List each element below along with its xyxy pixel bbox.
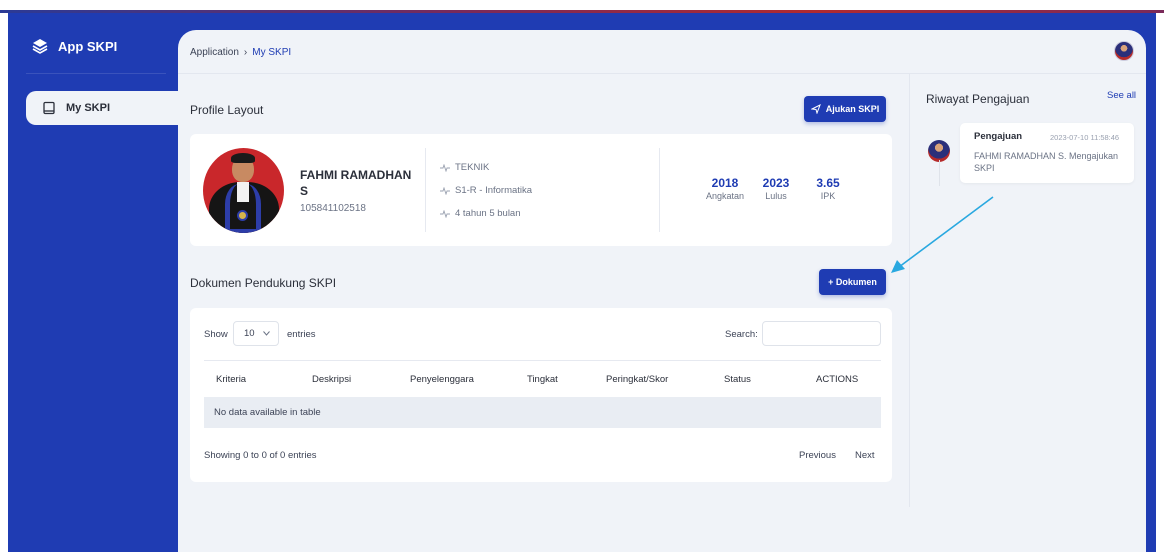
activity-icon	[440, 209, 450, 218]
app-brand[interactable]: App SKPI	[32, 38, 117, 54]
column-header-penyelenggara[interactable]: Penyelenggara	[410, 374, 474, 385]
ajukan-skpi-label: Ajukan SKPI	[825, 104, 880, 114]
column-header-status[interactable]: Status	[724, 374, 751, 385]
annotation-arrow	[891, 196, 994, 273]
profile-divider	[425, 148, 426, 232]
profile-photo	[203, 148, 284, 233]
sidebar-divider	[26, 73, 166, 74]
column-header-deskripsi[interactable]: Deskripsi	[312, 374, 351, 385]
stat-value: 2018	[711, 176, 739, 190]
user-avatar[interactable]	[1114, 41, 1134, 61]
table-info: Showing 0 to 0 of 0 entries	[204, 450, 317, 461]
profile-name: FAHMI RAMADHAN S	[300, 168, 412, 198]
profile-duration: 4 tahun 5 bulan	[440, 208, 521, 219]
page-size-value: 10	[244, 328, 255, 339]
column-header-peringkat[interactable]: Peringkat/Skor	[606, 374, 668, 385]
table-header-border	[204, 360, 881, 361]
activity-icon	[440, 186, 450, 195]
history-item-title: Pengajuan	[974, 131, 1023, 142]
profile-nim: 105841102518	[300, 203, 366, 214]
browser-top-strip	[0, 0, 1164, 8]
show-label: Show	[204, 329, 228, 340]
breadcrumb-root[interactable]: Application	[190, 47, 239, 58]
app-title: App SKPI	[58, 38, 118, 54]
breadcrumb-separator: ›	[243, 47, 248, 58]
page-size-select[interactable]: 10	[233, 321, 279, 346]
stat-angkatan: 2018 Angkatan	[703, 176, 747, 201]
layers-icon	[32, 39, 48, 54]
sidebar-item-my-skpi[interactable]: My SKPI	[26, 91, 178, 125]
stat-label: IPK	[820, 191, 836, 201]
stat-value: 3.65	[816, 176, 840, 190]
profile-faculty: TEKNIK	[440, 162, 489, 173]
profile-program: S1-R - Informatika	[440, 185, 532, 196]
profile-section-title: Profile Layout	[190, 103, 264, 117]
breadcrumb: Application › My SKPI	[190, 47, 291, 58]
stat-ipk: 3.65 IPK	[810, 176, 846, 201]
column-header-tingkat[interactable]: Tingkat	[527, 374, 558, 385]
table-empty-row: No data available in table	[204, 397, 881, 428]
history-item-time: 2023-07-10 11:58:46	[1050, 133, 1120, 142]
activity-icon	[440, 163, 450, 172]
header-divider	[178, 73, 1146, 74]
chevron-down-icon	[262, 331, 270, 336]
duration-text: 4 tahun 5 bulan	[455, 208, 521, 219]
column-header-actions[interactable]: ACTIONS	[816, 374, 858, 385]
next-button[interactable]: Next	[855, 450, 875, 461]
panel-divider	[909, 74, 910, 507]
sidebar-item-label: My SKPI	[66, 102, 111, 114]
search-label: Search:	[725, 329, 758, 340]
add-document-button[interactable]: + Dokumen	[819, 269, 886, 295]
program-text: S1-R - Informatika	[455, 185, 533, 196]
column-header-kriteria[interactable]: Kriteria	[216, 374, 246, 385]
faculty-text: TEKNIK	[455, 162, 490, 173]
book-icon	[43, 101, 55, 115]
stat-label: Lulus	[765, 191, 787, 201]
ajukan-skpi-button[interactable]: Ajukan SKPI	[804, 96, 886, 122]
stat-lulus: 2023 Lulus	[756, 176, 796, 201]
history-item-description: FAHMI RAMADHAN S. Mengajukan SKPI	[974, 151, 1119, 173]
search-input[interactable]	[762, 321, 881, 346]
stat-label: Angkatan	[705, 191, 745, 201]
timeline-line	[939, 160, 940, 186]
send-icon	[810, 104, 821, 114]
breadcrumb-current: My SKPI	[252, 47, 292, 58]
stat-value: 2023	[762, 176, 790, 190]
profile-divider	[659, 148, 660, 232]
see-all-link[interactable]: See all	[1107, 90, 1136, 101]
previous-button[interactable]: Previous	[799, 450, 836, 461]
entries-label: entries	[287, 329, 316, 340]
history-title: Riwayat Pengajuan	[926, 92, 1030, 106]
documents-section-title: Dokumen Pendukung SKPI	[190, 276, 337, 290]
history-avatar	[928, 140, 950, 162]
